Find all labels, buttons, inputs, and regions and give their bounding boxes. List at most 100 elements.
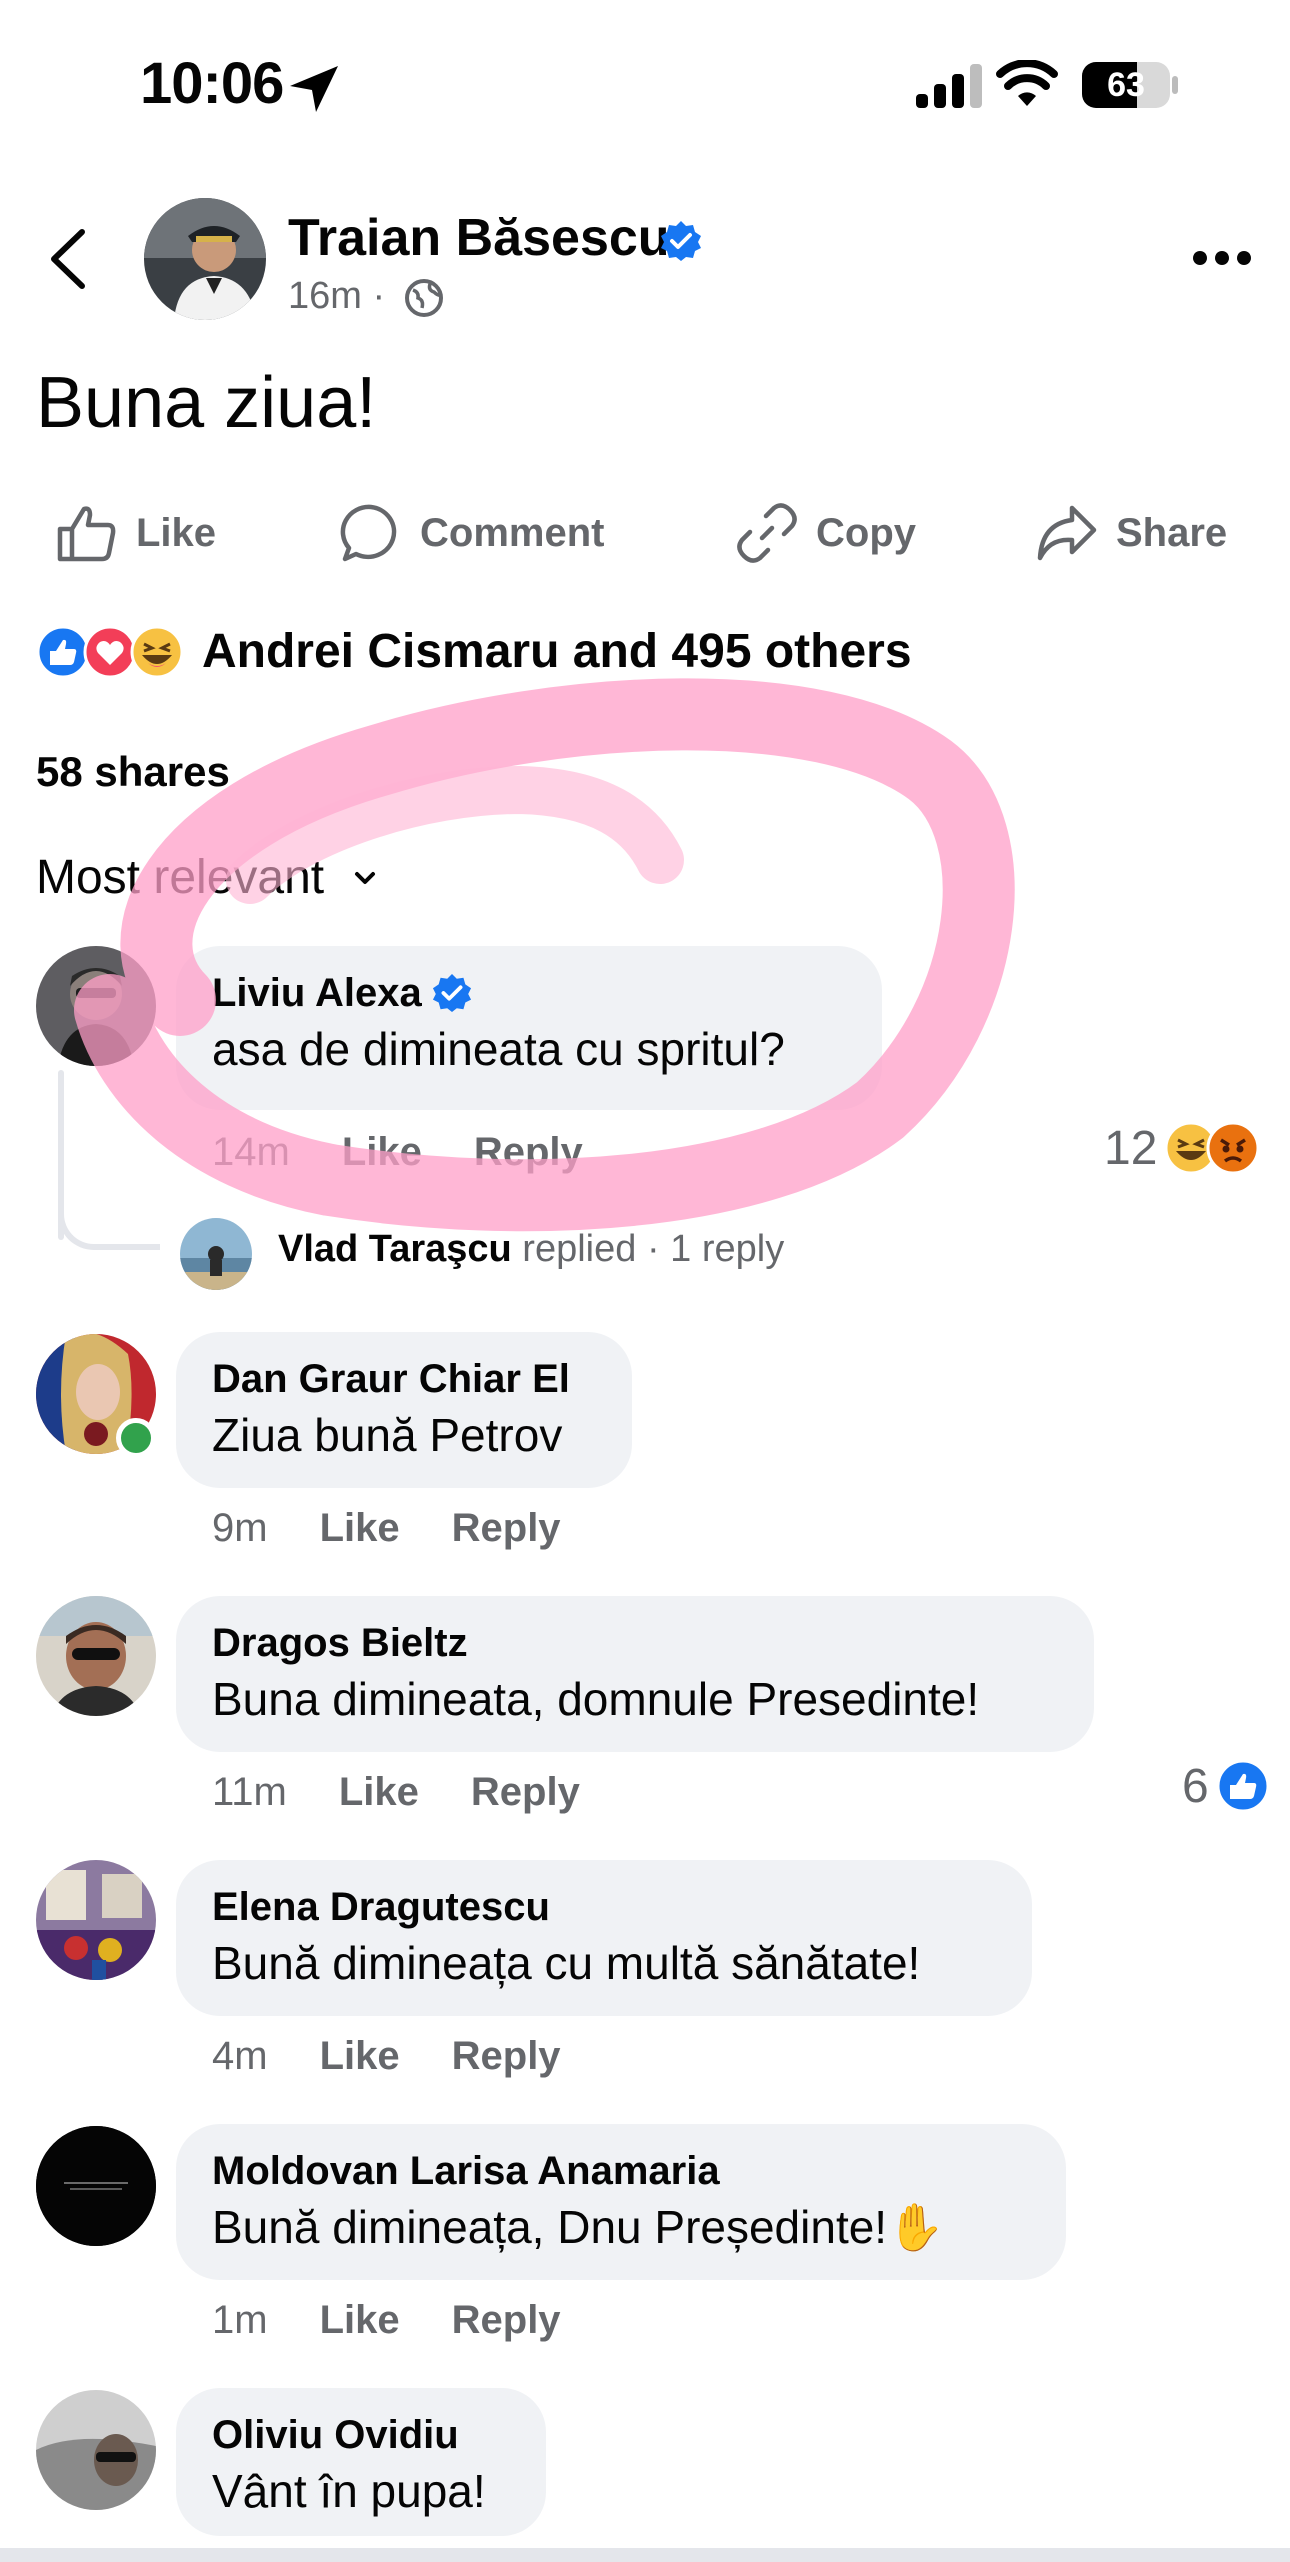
comment-text: Ziua bună Petrov — [212, 1409, 563, 1461]
reaction-icons — [36, 625, 184, 678]
angry-reaction-icon — [1206, 1121, 1260, 1175]
comment-bubble[interactable]: Liviu Alexa asa de dimineata cu spritul? — [176, 946, 882, 1110]
wifi-icon — [996, 60, 1058, 106]
commenter-avatar[interactable] — [36, 1596, 156, 1716]
post-time-text: 16m — [288, 275, 362, 317]
signal-icon — [916, 64, 982, 108]
commenter-name-text[interactable]: Liviu Alexa — [212, 968, 422, 1018]
online-status-indicator — [116, 1418, 156, 1458]
commenter-name[interactable]: Dan Graur Chiar El — [212, 1354, 570, 1404]
like-reaction-icon — [36, 625, 90, 678]
battery-percent: 63 — [1107, 66, 1145, 104]
comment-text: Bună dimineața, Dnu Președinte!✋ — [212, 2201, 945, 2253]
verified-badge-icon — [661, 221, 701, 261]
comment-text: Vânt în pupa! — [212, 2465, 486, 2517]
comment-like-button[interactable]: Like — [342, 1130, 422, 1175]
commenter-name[interactable]: Moldovan Larisa Anamaria — [212, 2146, 720, 2196]
poster-name[interactable]: Traian Băsescu — [288, 208, 670, 268]
sort-dropdown[interactable]: Most relevant — [36, 850, 376, 905]
share-icon — [1037, 505, 1097, 561]
comment-like-button[interactable]: Like — [320, 1506, 400, 1551]
reply-verb: replied — [522, 1228, 637, 1270]
copy-button[interactable]: Copy — [736, 500, 916, 566]
reply-preview[interactable]: Vlad Taraşcu replied · 1 reply — [278, 1228, 784, 1271]
comment-like-button[interactable]: Like — [320, 2298, 400, 2343]
comment-bubble[interactable]: Dragos Bieltz Buna dimineata, domnule Pr… — [176, 1596, 1094, 1752]
comment-time: 9m — [212, 1506, 268, 1550]
comment-time: 1m — [212, 2298, 268, 2342]
commenter-avatar[interactable] — [36, 2126, 156, 2246]
reactions-summary-text[interactable]: Andrei Cismaru and 495 others — [202, 624, 912, 679]
comment-reply-button[interactable]: Reply — [452, 2034, 561, 2079]
like-icon — [57, 506, 116, 562]
reply-count[interactable]: · 1 reply — [647, 1228, 784, 1270]
reactions-summary[interactable]: Andrei Cismaru and 495 others — [36, 624, 912, 679]
comment-reply-button[interactable]: Reply — [474, 1130, 583, 1175]
globe-icon — [405, 279, 443, 317]
comment-meta: 4m Like Reply — [212, 2034, 561, 2079]
comment-bubble[interactable]: Oliviu Ovidiu Vânt în pupa! — [176, 2388, 546, 2536]
comment-reply-button[interactable]: Reply — [452, 2298, 561, 2343]
comment-bubble[interactable]: Elena Dragutescu Bună dimineața cu multă… — [176, 1860, 1032, 2016]
meta-separator: · — [361, 275, 386, 317]
replier-avatar[interactable] — [180, 1218, 252, 1290]
like-reaction-icon — [1216, 1759, 1270, 1813]
comment-text: asa de dimineata cu spritul? — [212, 1023, 785, 1075]
chevron-down-icon — [355, 871, 376, 884]
comment-bubble[interactable]: Dan Graur Chiar El Ziua bună Petrov — [176, 1332, 632, 1488]
haha-reaction-icon — [130, 625, 184, 678]
comment-time: 11m — [212, 1770, 287, 1814]
share-label[interactable]: Share — [1116, 511, 1227, 556]
location-arrow-icon — [290, 66, 338, 112]
comment-like-button[interactable]: Like — [339, 1770, 419, 1815]
comment-text: Buna dimineata, domnule Presedinte! — [212, 1673, 980, 1725]
status-time: 10:06 — [140, 51, 284, 116]
comment-time: 14m — [212, 1130, 290, 1174]
comment-button[interactable]: Comment — [340, 500, 604, 566]
commenter-name[interactable]: Liviu Alexa — [212, 968, 846, 1018]
reply-thread-curve — [58, 1180, 160, 1250]
comment-like-button[interactable]: Like — [320, 2034, 400, 2079]
copy-link-icon — [737, 503, 797, 563]
comment-label[interactable]: Comment — [420, 511, 604, 556]
share-button[interactable]: Share — [1036, 500, 1227, 566]
commenter-avatar[interactable] — [36, 2390, 156, 2510]
like-button[interactable]: Like — [56, 500, 216, 566]
post-text: Buna ziua! — [36, 363, 377, 443]
comment-meta: 11m Like Reply — [212, 1770, 580, 1815]
comment-reaction-count[interactable]: 12 — [1104, 1120, 1261, 1176]
comment-reply-button[interactable]: Reply — [471, 1770, 580, 1815]
comment-icon — [340, 504, 397, 562]
commenter-avatar[interactable] — [36, 946, 156, 1066]
comment-reaction-count[interactable]: 6 — [1182, 1758, 1271, 1814]
reaction-count-text[interactable]: 6 — [1182, 1759, 1209, 1814]
comment-meta: 9m Like Reply — [212, 1506, 561, 1551]
comment-composer-edge — [0, 2548, 1290, 2562]
comment-meta: 1m Like Reply — [212, 2298, 561, 2343]
post-time: 16m · — [288, 275, 385, 318]
battery-cap — [1172, 76, 1178, 94]
poster-avatar[interactable] — [144, 198, 266, 320]
commenter-name[interactable]: Elena Dragutescu — [212, 1882, 550, 1932]
back-chevron-icon[interactable] — [48, 228, 88, 290]
commenter-name[interactable]: Dragos Bieltz — [212, 1618, 468, 1668]
like-label[interactable]: Like — [136, 511, 216, 556]
copy-label[interactable]: Copy — [816, 511, 916, 556]
battery-icon: 63 — [1082, 62, 1170, 108]
sort-label[interactable]: Most relevant — [36, 850, 324, 905]
shares-count[interactable]: 58 shares — [36, 748, 230, 796]
comment-reply-button[interactable]: Reply — [452, 1506, 561, 1551]
comment-reaction-icons — [1164, 1121, 1260, 1175]
comment-bubble[interactable]: Moldovan Larisa Anamaria Bună dimineața,… — [176, 2124, 1066, 2280]
more-icon[interactable] — [1192, 248, 1252, 268]
comment-time: 4m — [212, 2034, 268, 2078]
replier-name[interactable]: Vlad Taraşcu — [278, 1228, 512, 1270]
reaction-count-text[interactable]: 12 — [1104, 1121, 1157, 1176]
commenter-avatar[interactable] — [36, 1860, 156, 1980]
comment-text: Bună dimineața cu multă sănătate! — [212, 1937, 921, 1989]
love-reaction-icon — [83, 625, 137, 678]
verified-badge-icon — [432, 973, 471, 1013]
poster-name-text[interactable]: Traian Băsescu — [288, 209, 670, 267]
commenter-name[interactable]: Oliviu Ovidiu — [212, 2410, 459, 2460]
comment-meta: 14m Like Reply — [212, 1130, 583, 1175]
